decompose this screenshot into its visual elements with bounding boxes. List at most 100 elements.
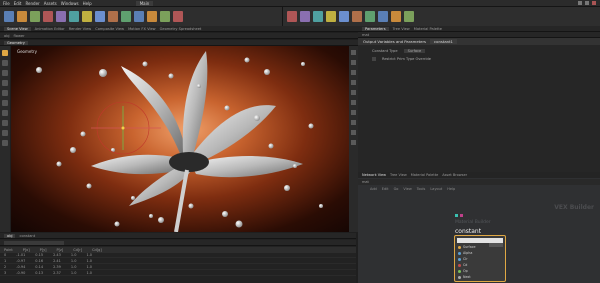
- tab-animation-editor[interactable]: Animation Editor: [35, 27, 65, 31]
- menu-windows[interactable]: Windows: [61, 1, 79, 6]
- table-row[interactable]: 1 -0.97 0.16 2.41 1.0 1.0: [0, 259, 356, 264]
- tab-tree-view[interactable]: Tree View: [393, 27, 410, 31]
- points-icon[interactable]: [351, 100, 356, 105]
- tab-motion-fx[interactable]: Motion FX View: [128, 27, 156, 31]
- shelf-tool-icon[interactable]: [147, 11, 157, 22]
- node-input-port[interactable]: [458, 252, 461, 255]
- table-row[interactable]: 0 -1.01 0.15 2.43 1.0 1.0: [0, 253, 356, 258]
- node-input-port[interactable]: [458, 270, 461, 273]
- node-input-port[interactable]: [458, 264, 461, 267]
- select-tool-icon[interactable]: [2, 50, 8, 56]
- grid-icon[interactable]: [351, 90, 356, 95]
- shelf-tool-icon[interactable]: [121, 11, 131, 22]
- constant-type-select[interactable]: Surface: [403, 49, 426, 53]
- network-menu-add[interactable]: Add: [370, 187, 377, 191]
- move-tool-icon[interactable]: [2, 60, 8, 66]
- bypass-flag-icon[interactable]: [460, 214, 463, 217]
- shelf-tool-icon[interactable]: [378, 11, 388, 22]
- node-output[interactable]: [489, 243, 503, 247]
- tab-geometry-spreadsheet[interactable]: Geometry Spreadsheet: [160, 27, 202, 31]
- tab-parameters[interactable]: Parameters: [362, 26, 389, 31]
- shelf-tool-icon[interactable]: [352, 11, 362, 22]
- node-input-port[interactable]: [458, 276, 461, 279]
- viewport-mode[interactable]: Geometry: [4, 40, 28, 45]
- path-obj[interactable]: obj: [4, 34, 9, 38]
- network-menu-go[interactable]: Go: [394, 187, 399, 191]
- normals-icon[interactable]: [351, 110, 356, 115]
- shelf-tool-icon[interactable]: [300, 11, 310, 22]
- tab-material-palette[interactable]: Material Palette: [411, 173, 438, 177]
- shelf-tool-icon[interactable]: [326, 11, 336, 22]
- shelf-tool-icon[interactable]: [404, 11, 414, 22]
- network-menu-tools[interactable]: Tools: [417, 187, 426, 191]
- shelf-tool-icon[interactable]: [82, 11, 92, 22]
- sheet-tab-obj[interactable]: obj: [4, 233, 16, 238]
- tab-asset-browser[interactable]: Asset Browser: [442, 173, 467, 177]
- maximize-icon[interactable]: [585, 1, 589, 5]
- network-menu-help[interactable]: Help: [447, 187, 455, 191]
- scene-viewport[interactable]: Geometry: [11, 46, 349, 232]
- shelf-tool-icon[interactable]: [17, 11, 27, 22]
- sheet-tab-constant[interactable]: constant: [19, 234, 35, 238]
- guides-icon[interactable]: [351, 120, 356, 125]
- display-option-icon[interactable]: [351, 50, 356, 55]
- table-row[interactable]: 2 -0.94 0.14 2.39 1.0 1.0: [0, 265, 356, 270]
- rotate-tool-icon[interactable]: [2, 70, 8, 76]
- path-flower[interactable]: flower: [13, 34, 24, 38]
- tab-composite-view[interactable]: Composite View: [95, 27, 124, 31]
- scale-tool-icon[interactable]: [2, 80, 8, 86]
- lighting-icon[interactable]: [351, 80, 356, 85]
- checkbox-icon[interactable]: [372, 57, 376, 61]
- shelf-tool-icon[interactable]: [30, 11, 40, 22]
- constant-vop-node[interactable]: Surface Alpha Clr Cd Op Next: [454, 235, 506, 282]
- tab-render-view[interactable]: Render View: [69, 27, 91, 31]
- camera-tool-icon[interactable]: [2, 140, 8, 146]
- sheet-filter[interactable]: [4, 240, 64, 245]
- node-input-port[interactable]: [458, 246, 461, 249]
- shelf-tool-icon[interactable]: [339, 11, 349, 22]
- shelf-tool-icon[interactable]: [43, 11, 53, 22]
- minimize-icon[interactable]: [578, 1, 582, 5]
- menu-help[interactable]: Help: [83, 1, 92, 6]
- shelf-tool-icon[interactable]: [173, 11, 183, 22]
- handle-tool-icon[interactable]: [2, 90, 8, 96]
- shelf-tool-icon[interactable]: [4, 11, 14, 22]
- shelf-tool-icon[interactable]: [313, 11, 323, 22]
- shelf-tool-icon[interactable]: [287, 11, 297, 22]
- network-menu-layout[interactable]: Layout: [430, 187, 442, 191]
- close-icon[interactable]: [592, 1, 596, 5]
- menu-edit[interactable]: Edit: [14, 1, 22, 6]
- view-tool-icon[interactable]: [2, 130, 8, 136]
- network-menu-view[interactable]: View: [403, 187, 411, 191]
- pose-tool-icon[interactable]: [2, 100, 8, 106]
- wireframe-icon[interactable]: [351, 70, 356, 75]
- brush-tool-icon[interactable]: [2, 110, 8, 116]
- shelf-tool-icon[interactable]: [108, 11, 118, 22]
- snap-tool-icon[interactable]: [2, 120, 8, 126]
- tab-material-palette[interactable]: Material Palette: [414, 27, 442, 31]
- shelf-tool-icon[interactable]: [95, 11, 105, 22]
- node-input-port[interactable]: [458, 258, 461, 261]
- shelf-tool-icon[interactable]: [134, 11, 144, 22]
- menu-render[interactable]: Render: [25, 1, 39, 6]
- display-flag-icon[interactable]: [455, 214, 458, 217]
- tab-tree-view[interactable]: Tree View: [390, 173, 407, 177]
- tab-scene-view[interactable]: Scene View: [4, 26, 31, 31]
- network-path-mat[interactable]: mat: [362, 180, 369, 184]
- param-path-mat[interactable]: mat: [362, 33, 369, 37]
- network-menu-edit[interactable]: Edit: [382, 187, 389, 191]
- snapshot-icon[interactable]: [351, 140, 356, 145]
- background-icon[interactable]: [351, 130, 356, 135]
- menu-file[interactable]: File: [3, 1, 10, 6]
- desktop-select[interactable]: Main: [135, 0, 154, 6]
- param-node-name[interactable]: constant1: [430, 39, 457, 44]
- shelf-tool-icon[interactable]: [56, 11, 66, 22]
- shelf-tool-icon[interactable]: [69, 11, 79, 22]
- tab-network-view[interactable]: Network View: [362, 173, 386, 177]
- menu-assets[interactable]: Assets: [44, 1, 57, 6]
- shelf-tool-icon[interactable]: [365, 11, 375, 22]
- table-row[interactable]: 3 -0.90 0.13 2.37 1.0 1.0: [0, 271, 356, 276]
- shading-icon[interactable]: [351, 60, 356, 65]
- shelf-tool-icon[interactable]: [160, 11, 170, 22]
- shelf-tool-icon[interactable]: [391, 11, 401, 22]
